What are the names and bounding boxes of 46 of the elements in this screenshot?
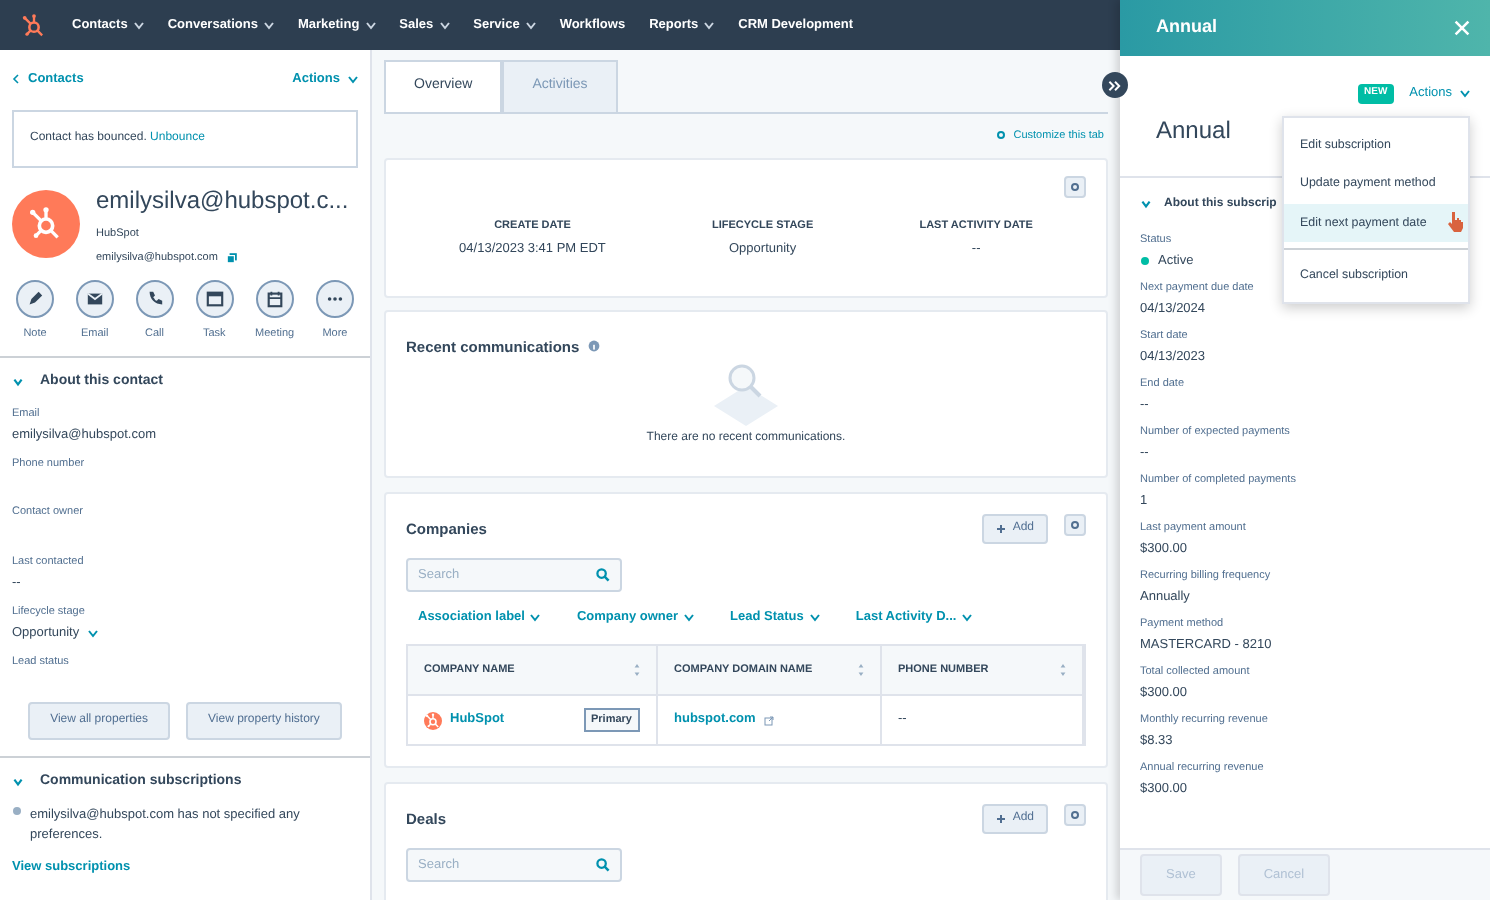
plus-icon xyxy=(996,524,1007,534)
pencil-icon xyxy=(26,290,44,309)
search-icon xyxy=(596,858,610,873)
sort-icon xyxy=(1060,663,1066,676)
caret-icon xyxy=(348,75,358,84)
copy-icon[interactable] xyxy=(225,252,238,265)
contact-name: emilysilva@hubspot.c... xyxy=(96,183,349,218)
status-dot-icon xyxy=(1140,256,1150,267)
sprocket-logo-icon[interactable] xyxy=(20,11,48,39)
plus-icon xyxy=(996,814,1007,825)
settings-button[interactable] xyxy=(1064,175,1086,198)
phone-icon xyxy=(145,290,164,309)
search-icon xyxy=(596,568,610,582)
chevron-left-icon xyxy=(12,74,20,85)
double-chevron-icon xyxy=(1108,79,1122,91)
more-button[interactable] xyxy=(315,280,354,319)
close-button[interactable] xyxy=(1454,20,1470,36)
sort-icon xyxy=(858,663,864,676)
caret-icon xyxy=(962,613,973,622)
panel-title: Annual xyxy=(1156,14,1217,41)
call-button[interactable] xyxy=(135,280,174,319)
task-button[interactable] xyxy=(195,280,234,319)
settings-icon xyxy=(1070,181,1080,192)
task-window-icon xyxy=(205,290,224,309)
envelope-icon xyxy=(85,290,104,309)
meeting-button[interactable] xyxy=(255,280,294,319)
subscription-title: Annual xyxy=(1156,113,1231,148)
caret-icon xyxy=(809,613,820,622)
caret-icon xyxy=(1460,89,1470,98)
caret-icon xyxy=(530,613,541,622)
email-button[interactable] xyxy=(75,280,114,319)
settings-icon xyxy=(1070,520,1080,530)
external-link-icon xyxy=(763,715,774,726)
caret-icon xyxy=(87,629,98,638)
contact-avatar xyxy=(12,190,80,258)
sort-icon xyxy=(634,663,640,676)
settings-icon xyxy=(1070,810,1080,821)
caret-icon xyxy=(684,613,695,622)
settings-button[interactable] xyxy=(1064,804,1086,827)
collapse-button[interactable] xyxy=(1102,72,1128,98)
calendar-icon xyxy=(265,290,284,309)
note-button[interactable] xyxy=(16,280,54,319)
pointer-hand-icon xyxy=(1448,211,1464,232)
close-icon xyxy=(1454,20,1470,36)
company-logo-icon xyxy=(424,711,442,730)
settings-button[interactable] xyxy=(1064,514,1086,536)
